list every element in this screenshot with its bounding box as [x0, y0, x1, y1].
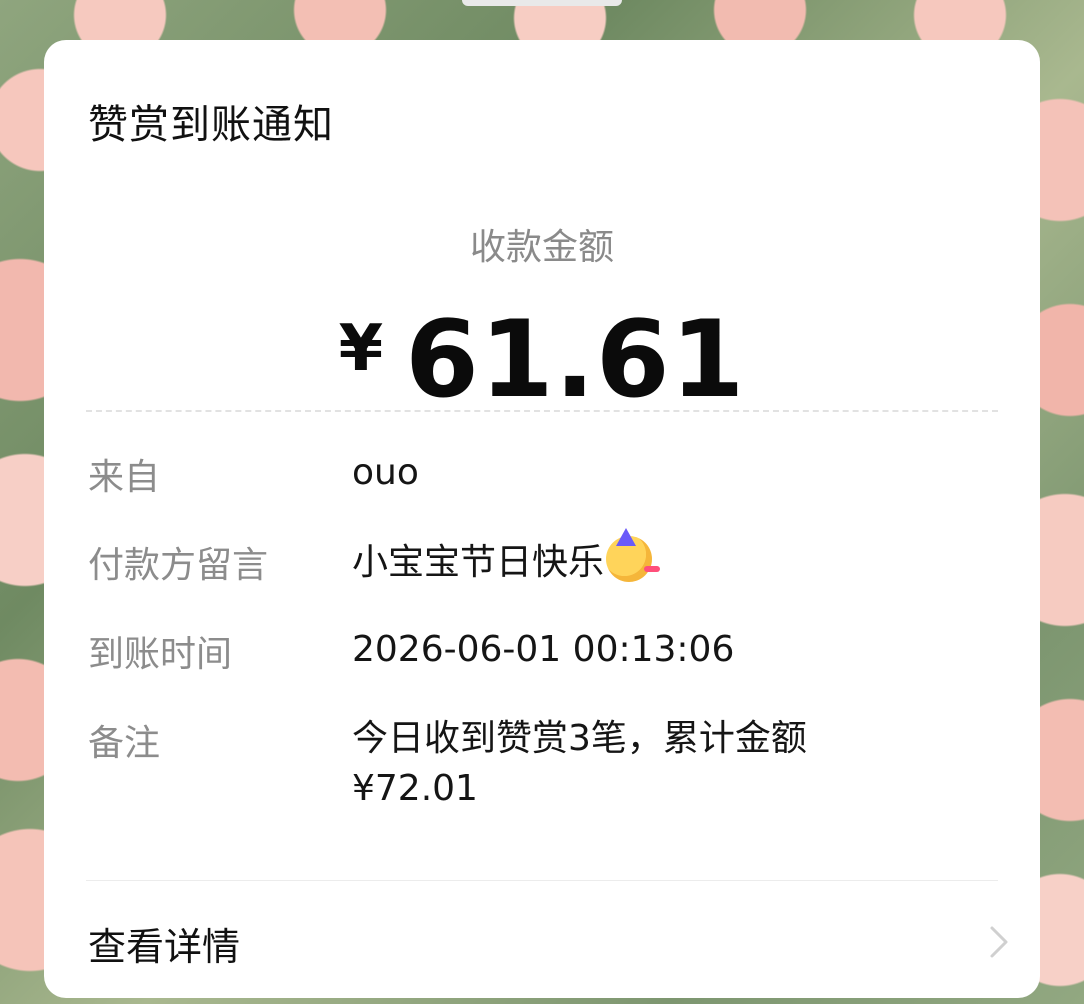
- currency-symbol: ¥: [338, 312, 384, 386]
- row-value-remark-container: 今日收到赞赏3笔，累计金额 ¥72.01: [352, 714, 912, 814]
- amount-value: 61.61: [405, 298, 746, 421]
- row-key-payer-message: 付款方留言: [88, 545, 269, 586]
- row-value-remark-line1: 今日收到赞赏3笔，累计金额: [352, 718, 807, 759]
- top-notch-indicator: [462, 0, 622, 6]
- amount-display: ¥61.61: [44, 298, 1040, 421]
- row-value-payer-message: 小宝宝节日快乐: [352, 542, 605, 583]
- card-title: 赞赏到账通知: [88, 102, 334, 148]
- row-value-remark-line2: ¥72.01: [352, 768, 478, 809]
- row-value-from: ouo: [352, 452, 419, 493]
- dashed-divider: [86, 410, 998, 412]
- row-key-from: 来自: [88, 457, 161, 498]
- partying-face-emoji-icon: [606, 528, 661, 582]
- amount-label: 收款金额: [469, 227, 614, 268]
- row-value-payer-message-container: 小宝宝节日快乐: [352, 528, 912, 588]
- row-key-arrival-time: 到账时间: [88, 634, 233, 675]
- row-value-arrival-time: 2026-06-01 00:13:06: [352, 629, 735, 670]
- solid-divider: [86, 880, 998, 881]
- view-details-link[interactable]: 查看详情: [88, 916, 240, 971]
- row-key-remark: 备注: [88, 723, 161, 764]
- chevron-right-icon[interactable]: [980, 924, 1016, 960]
- reward-notification-card: 赞赏到账通知 收款金额 ¥61.61 来自 ouo 付款方留言 小宝宝节日快乐 …: [44, 40, 1040, 998]
